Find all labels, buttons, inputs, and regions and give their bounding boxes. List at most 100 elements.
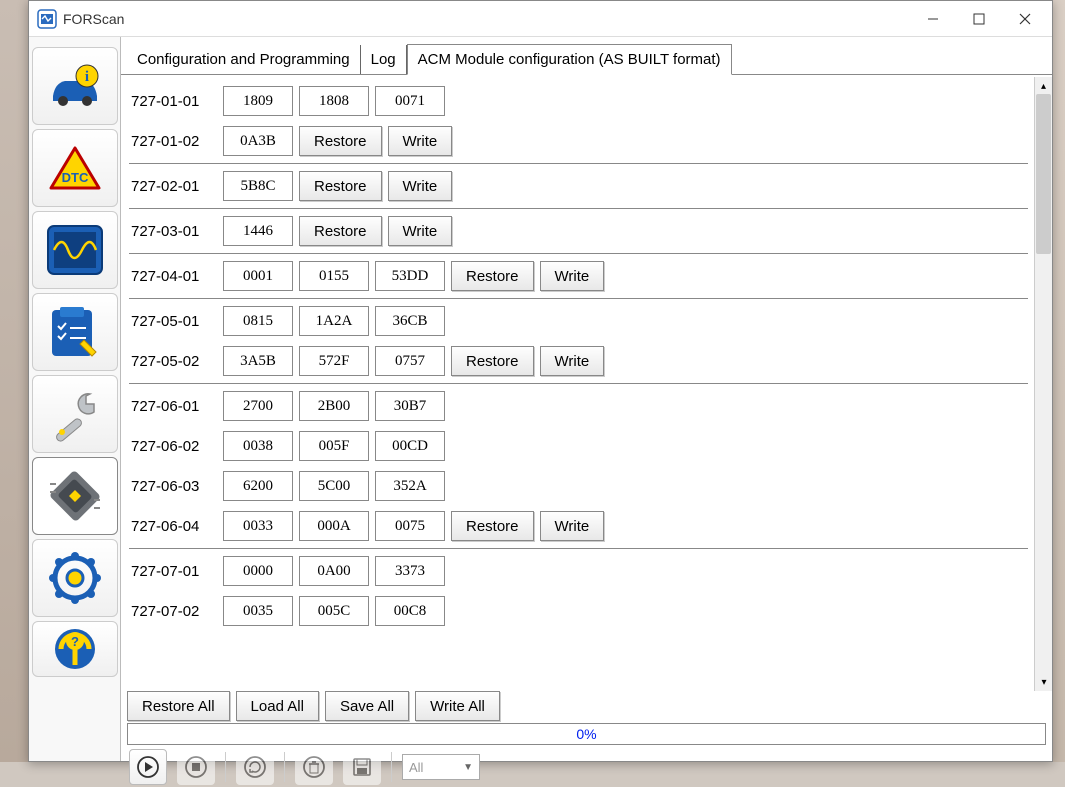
config-row: 727-02-01 RestoreWrite	[129, 166, 1028, 206]
config-row: 727-06-04 RestoreWrite	[129, 506, 1028, 546]
sidebar: i DTC ?	[29, 37, 121, 761]
hex-input[interactable]	[299, 391, 369, 421]
load-all-button[interactable]: Load All	[236, 691, 319, 721]
config-row: 727-05-01	[129, 301, 1028, 341]
maximize-button[interactable]	[956, 4, 1002, 34]
row-address: 727-01-02	[129, 133, 217, 150]
write-button[interactable]: Write	[388, 126, 453, 156]
delete-button[interactable]	[295, 749, 333, 785]
hex-input[interactable]	[223, 171, 293, 201]
config-rows: 727-01-01727-01-02RestoreWrite727-02-01R…	[123, 77, 1034, 691]
config-row: 727-01-02 RestoreWrite	[129, 121, 1028, 161]
progress-bar: 0%	[127, 723, 1046, 745]
write-button[interactable]: Write	[540, 511, 605, 541]
hex-input[interactable]	[223, 216, 293, 246]
stop-button[interactable]	[177, 749, 215, 785]
hex-input[interactable]	[223, 391, 293, 421]
hex-input[interactable]	[299, 261, 369, 291]
config-row: 727-06-01	[129, 386, 1028, 426]
close-button[interactable]	[1002, 4, 1048, 34]
write-button[interactable]: Write	[388, 171, 453, 201]
restore-button[interactable]: Restore	[451, 511, 534, 541]
hex-input[interactable]	[299, 511, 369, 541]
minimize-button[interactable]	[910, 4, 956, 34]
sidebar-vehicle-info[interactable]: i	[32, 47, 118, 125]
sidebar-dtc[interactable]: DTC	[32, 129, 118, 207]
hex-input[interactable]	[299, 346, 369, 376]
tab-bar: Configuration and Programming Log ACM Mo…	[121, 41, 1052, 75]
config-row: 727-07-01	[129, 551, 1028, 591]
save-button[interactable]	[343, 749, 381, 785]
svg-text:?: ?	[71, 634, 79, 649]
config-row: 727-07-02	[129, 591, 1028, 631]
hex-input[interactable]	[375, 86, 445, 116]
restore-button[interactable]: Restore	[299, 171, 382, 201]
hex-input[interactable]	[299, 431, 369, 461]
write-button[interactable]: Write	[540, 261, 605, 291]
main-panel: Configuration and Programming Log ACM Mo…	[121, 37, 1052, 761]
sidebar-help[interactable]: ?	[32, 621, 118, 677]
filter-dropdown[interactable]: All▼	[402, 754, 480, 780]
sidebar-programming[interactable]	[32, 457, 118, 535]
hex-input[interactable]	[223, 306, 293, 336]
restore-button[interactable]: Restore	[451, 261, 534, 291]
hex-input[interactable]	[223, 511, 293, 541]
refresh-button[interactable]	[236, 749, 274, 785]
row-address: 727-05-02	[129, 353, 217, 370]
restore-button[interactable]: Restore	[451, 346, 534, 376]
body: i DTC ?	[29, 37, 1052, 761]
row-address: 727-06-04	[129, 518, 217, 535]
hex-input[interactable]	[223, 596, 293, 626]
hex-input[interactable]	[375, 391, 445, 421]
hex-input[interactable]	[375, 306, 445, 336]
restore-all-button[interactable]: Restore All	[127, 691, 230, 721]
restore-button[interactable]: Restore	[299, 216, 382, 246]
hex-input[interactable]	[299, 556, 369, 586]
hex-input[interactable]	[375, 431, 445, 461]
tab-config[interactable]: Configuration and Programming	[127, 45, 361, 74]
hex-input[interactable]	[223, 126, 293, 156]
hex-input[interactable]	[375, 596, 445, 626]
scroll-thumb[interactable]	[1036, 94, 1051, 254]
write-all-button[interactable]: Write All	[415, 691, 500, 721]
hex-input[interactable]	[223, 431, 293, 461]
restore-button[interactable]: Restore	[299, 126, 382, 156]
hex-input[interactable]	[299, 306, 369, 336]
hex-input[interactable]	[223, 261, 293, 291]
hex-input[interactable]	[223, 556, 293, 586]
sidebar-tests[interactable]	[32, 293, 118, 371]
sidebar-oscilloscope[interactable]	[32, 211, 118, 289]
row-address: 727-07-01	[129, 563, 217, 580]
sidebar-service[interactable]	[32, 375, 118, 453]
config-row: 727-06-02	[129, 426, 1028, 466]
row-address: 727-01-01	[129, 93, 217, 110]
scroll-track[interactable]	[1035, 94, 1052, 674]
hex-input[interactable]	[375, 346, 445, 376]
hex-input[interactable]	[299, 471, 369, 501]
row-address: 727-07-02	[129, 603, 217, 620]
row-address: 727-05-01	[129, 313, 217, 330]
hex-input[interactable]	[299, 86, 369, 116]
separator	[225, 752, 226, 782]
scroll-down-icon[interactable]: ▾	[1036, 674, 1052, 690]
hex-input[interactable]	[375, 471, 445, 501]
save-all-button[interactable]: Save All	[325, 691, 409, 721]
hex-input[interactable]	[375, 261, 445, 291]
write-button[interactable]: Write	[540, 346, 605, 376]
hex-input[interactable]	[375, 556, 445, 586]
tab-log[interactable]: Log	[361, 45, 407, 74]
hex-input[interactable]	[299, 596, 369, 626]
write-button[interactable]: Write	[388, 216, 453, 246]
hex-input[interactable]	[223, 471, 293, 501]
tab-acm[interactable]: ACM Module configuration (AS BUILT forma…	[407, 44, 732, 75]
window-title: FORScan	[63, 11, 910, 27]
group-separator	[129, 163, 1028, 164]
scroll-up-icon[interactable]: ▴	[1036, 78, 1052, 94]
play-button[interactable]	[129, 749, 167, 785]
hex-input[interactable]	[375, 511, 445, 541]
hex-input[interactable]	[223, 86, 293, 116]
row-address: 727-02-01	[129, 178, 217, 195]
vertical-scrollbar[interactable]: ▴ ▾	[1034, 77, 1052, 691]
sidebar-settings[interactable]	[32, 539, 118, 617]
hex-input[interactable]	[223, 346, 293, 376]
